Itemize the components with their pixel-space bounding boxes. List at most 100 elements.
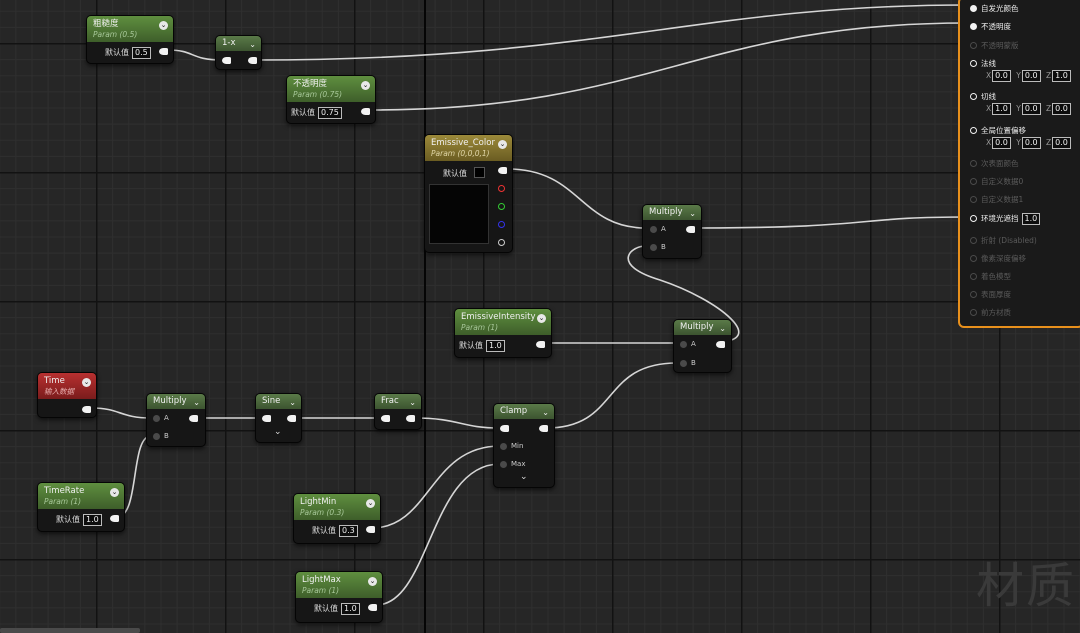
emissive-color-param-node[interactable]: Emissive_Color Param (0,0,0,1) ⌄ 默认值 <box>424 134 513 253</box>
pin-custom-data-0[interactable]: 自定义数据0 <box>970 176 1023 187</box>
output-pin[interactable] <box>159 48 168 55</box>
pin-opacity[interactable]: 不透明度 <box>970 21 1011 32</box>
input-pin[interactable] <box>262 415 271 422</box>
timerate-param-node[interactable]: TimeRate Param (1) ⌄ 默认值 1.0 <box>37 482 125 532</box>
pin-surface-thickness[interactable]: 表面厚度 <box>970 289 1011 300</box>
time-input-node[interactable]: Time 输入数据 ⌄ <box>37 372 97 418</box>
default-value-input[interactable]: 1.0 <box>486 340 505 352</box>
output-pin[interactable] <box>406 415 415 422</box>
default-value-input[interactable]: 1.0 <box>83 514 102 526</box>
multiply-node-left[interactable]: Multiply ⌄ A B <box>146 393 206 447</box>
collapse-chevron-icon[interactable]: ⌄ <box>537 314 546 323</box>
multiply-node-mid[interactable]: Multiply ⌄ A B <box>673 319 732 373</box>
one-minus-node[interactable]: 1-x ⌄ <box>215 35 262 70</box>
pin-normal[interactable]: 法线 <box>970 58 996 69</box>
input-pin[interactable] <box>222 57 231 64</box>
emissive-intensity-param-node[interactable]: EmissiveIntensity Param (1) ⌄ 默认值 1.0 <box>454 308 552 358</box>
expand-chevron-icon[interactable]: ⌄ <box>520 472 528 482</box>
default-value-input[interactable]: 0.75 <box>318 107 342 119</box>
input-pin-b[interactable] <box>650 244 657 251</box>
wpo-y-input[interactable]: 0.0 <box>1021 137 1041 149</box>
collapse-chevron-icon[interactable]: ⌄ <box>366 499 375 508</box>
collapse-chevron-icon[interactable]: ⌄ <box>719 323 726 334</box>
collapse-chevron-icon[interactable]: ⌄ <box>368 577 377 586</box>
collapse-chevron-icon[interactable]: ⌄ <box>361 81 370 90</box>
default-value-input[interactable]: 1.0 <box>341 603 360 615</box>
output-pin-g[interactable] <box>498 203 505 210</box>
output-pin[interactable] <box>368 604 377 611</box>
pin-material-attributes[interactable]: 前方材质 <box>970 307 1011 318</box>
input-pin-b[interactable] <box>680 360 687 367</box>
input-pin[interactable] <box>381 415 390 422</box>
pin-ambient-occlusion[interactable]: 环境光遮挡 1.0 <box>970 213 1041 225</box>
output-pin[interactable] <box>539 425 548 432</box>
tangent-x-input[interactable]: 1.0 <box>992 103 1011 115</box>
collapse-chevron-icon[interactable]: ⌄ <box>110 488 119 497</box>
output-pin[interactable] <box>716 341 725 348</box>
ao-value-input[interactable]: 1.0 <box>1021 213 1041 225</box>
wpo-x-input[interactable]: 0.0 <box>992 137 1011 149</box>
normal-y-input[interactable]: 0.0 <box>1021 70 1041 82</box>
output-pin[interactable] <box>287 415 296 422</box>
roughness-param-node[interactable]: 粗糙度 Param (0.5) ⌄ 默认值 0.5 <box>86 15 174 64</box>
output-pin[interactable] <box>189 415 198 422</box>
expand-chevron-icon[interactable]: ⌄ <box>274 427 282 437</box>
wpo-z-input[interactable]: 0.0 <box>1052 137 1071 149</box>
pin-label: 自发光颜色 <box>981 4 1019 13</box>
output-pin[interactable] <box>248 57 257 64</box>
lightmin-param-node[interactable]: LightMin Param (0.3) ⌄ 默认值 0.3 <box>293 493 381 544</box>
collapse-chevron-icon[interactable]: ⌄ <box>193 397 200 408</box>
input-pin-max[interactable] <box>500 461 507 468</box>
pin-shading-model[interactable]: 着色模型 <box>970 271 1011 282</box>
default-value-row: 默认值 0.75 <box>291 107 342 119</box>
color-swatch[interactable] <box>473 167 485 178</box>
input-pin-a[interactable] <box>650 226 657 233</box>
output-pin[interactable] <box>366 526 375 533</box>
default-value-input[interactable]: 0.5 <box>132 47 151 59</box>
horizontal-scrollbar[interactable] <box>0 628 140 633</box>
pin-refraction[interactable]: 折射 (Disabled) <box>970 235 1037 246</box>
normal-z-input[interactable]: 1.0 <box>1052 70 1071 82</box>
pin-tangent[interactable]: 切线 <box>970 91 996 102</box>
output-pin[interactable] <box>82 406 91 413</box>
output-pin[interactable] <box>686 226 695 233</box>
collapse-chevron-icon[interactable]: ⌄ <box>498 140 507 149</box>
output-pin[interactable] <box>361 108 370 115</box>
collapse-chevron-icon[interactable]: ⌄ <box>409 397 416 408</box>
frac-node[interactable]: Frac ⌄ <box>374 393 422 430</box>
tangent-y-input[interactable]: 0.0 <box>1021 103 1041 115</box>
output-pin[interactable] <box>110 515 119 522</box>
pin-custom-data-1[interactable]: 自定义数据1 <box>970 194 1023 205</box>
clamp-node[interactable]: Clamp ⌄ Min Max ⌄ <box>493 403 555 488</box>
normal-x-input[interactable]: 0.0 <box>992 70 1011 82</box>
collapse-chevron-icon[interactable]: ⌄ <box>689 208 696 219</box>
pin-world-position-offset[interactable]: 全局位置偏移 <box>970 125 1026 136</box>
output-pin[interactable] <box>536 341 545 348</box>
pin-subsurface-color[interactable]: 次表面颜色 <box>970 158 1019 169</box>
sine-node[interactable]: Sine ⌄ ⌄ <box>255 393 302 443</box>
input-pin-a[interactable] <box>153 415 160 422</box>
multiply-node-top[interactable]: Multiply ⌄ A B <box>642 204 702 259</box>
pin-pixel-depth-offset[interactable]: 像素深度偏移 <box>970 253 1026 264</box>
collapse-chevron-icon[interactable]: ⌄ <box>542 407 549 418</box>
input-pin-b[interactable] <box>153 433 160 440</box>
output-pin-a[interactable] <box>498 239 505 246</box>
output-pin-b[interactable] <box>498 221 505 228</box>
output-pin-r[interactable] <box>498 185 505 192</box>
collapse-chevron-icon[interactable]: ⌄ <box>82 378 91 387</box>
input-pin[interactable] <box>500 425 509 432</box>
tangent-z-input[interactable]: 0.0 <box>1052 103 1071 115</box>
output-pin-rgb[interactable] <box>498 167 507 174</box>
default-value-input[interactable]: 0.3 <box>339 525 358 537</box>
material-result-node[interactable]: 自发光颜色 不透明度 不透明蒙版 法线 X 0.0 Y 0.0 Z 1.0 切线 X1… <box>958 0 1080 328</box>
pin-opacity-mask[interactable]: 不透明蒙版 <box>970 40 1019 51</box>
pin-disabled-icon <box>970 273 977 280</box>
collapse-chevron-icon[interactable]: ⌄ <box>249 39 256 50</box>
collapse-chevron-icon[interactable]: ⌄ <box>289 397 296 408</box>
input-pin-a[interactable] <box>680 341 687 348</box>
opacity-param-node[interactable]: 不透明度 Param (0.75) ⌄ 默认值 0.75 <box>286 75 376 124</box>
pin-emissive-color[interactable]: 自发光颜色 <box>970 3 1019 14</box>
input-pin-min[interactable] <box>500 443 507 450</box>
collapse-chevron-icon[interactable]: ⌄ <box>159 21 168 30</box>
lightmax-param-node[interactable]: LightMax Param (1) ⌄ 默认值 1.0 <box>295 571 383 623</box>
